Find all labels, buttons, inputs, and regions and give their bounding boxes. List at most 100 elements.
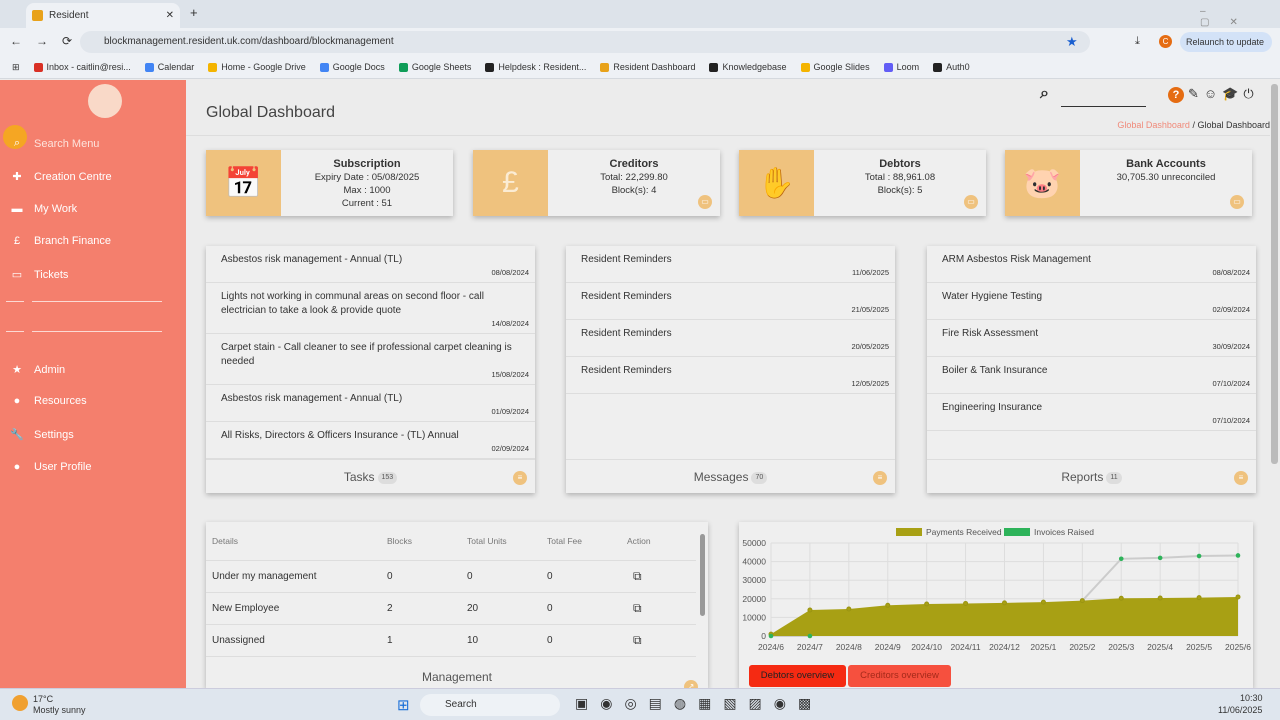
list-item[interactable]: Engineering Insurance 07/10/2024 <box>927 394 1256 431</box>
card-creditors: £ Creditors Total: 22,299.80 Block(s): 4 ▭ <box>473 150 720 216</box>
sidebar-item-user-profile[interactable]: ● User Profile <box>0 461 186 473</box>
card-line: Max : 1000 <box>343 185 391 196</box>
sidebar-item-my-work[interactable]: ▬ My Work <box>0 203 186 215</box>
panel-footer[interactable]: Reports 11 <box>927 459 1256 493</box>
calendar-clock-icon: 📅 <box>206 150 281 216</box>
external-link-icon[interactable]: ⧉ <box>627 601 642 615</box>
sidebar-item-creation-centre[interactable]: ✚ Creation Centre <box>0 170 186 184</box>
panel-open-icon[interactable]: ≡ <box>873 471 887 485</box>
external-link-icon[interactable]: ⧉ <box>627 569 642 583</box>
action-cell: ⧉ <box>621 592 696 625</box>
list-item[interactable]: Resident Reminders 12/05/2025 <box>566 357 895 394</box>
item-date: 30/09/2024 <box>1212 342 1250 351</box>
bookmark-item[interactable]: Google Sheets <box>398 62 471 72</box>
card-open-icon[interactable]: ▭ <box>698 195 712 209</box>
bookmark-item[interactable]: Home - Google Drive <box>208 62 306 72</box>
item-text: Resident Reminders <box>581 328 672 339</box>
list-item[interactable]: All Risks, Directors & Officers Insuranc… <box>206 422 535 459</box>
panel-open-icon[interactable]: ≡ <box>1234 471 1248 485</box>
list-item[interactable]: Fire Risk Assessment 30/09/2024 <box>927 320 1256 357</box>
panel-open-icon[interactable]: ≡ <box>513 471 527 485</box>
pound-icon: £ <box>13 235 21 247</box>
sidebar-item-label: Settings <box>34 428 74 441</box>
download-icon[interactable]: ⤓ <box>1135 35 1140 48</box>
item-text: Resident Reminders <box>581 254 672 265</box>
management-panel: Details Blocks Total Units Total Fee Action U… <box>206 522 708 694</box>
bookmark-label: Calendar <box>157 62 195 72</box>
card-line: Block(s): 4 <box>611 185 657 196</box>
page-scrollbar[interactable] <box>1271 84 1278 464</box>
taskbar-apps[interactable]: ▣◉◎▤◍▦▧▨◉▩ <box>575 695 823 712</box>
list-item[interactable]: Water Hygiene Testing 02/09/2024 <box>927 283 1256 320</box>
help-icon[interactable]: ? <box>1168 87 1184 103</box>
sidebar-item-search-menu[interactable]: ⌕ Search Menu <box>0 137 186 150</box>
browser-tab[interactable]: Resident ✕ <box>26 3 180 28</box>
new-tab-icon[interactable]: + <box>190 5 198 20</box>
bookmark-item[interactable]: Google Slides <box>800 62 870 72</box>
item-text: Asbestos risk management - Annual (TL) <box>221 254 403 265</box>
sidebar-item-tickets[interactable]: ▭ Tickets <box>0 268 186 282</box>
list-item[interactable]: Resident Reminders 11/06/2025 <box>566 246 895 283</box>
legend-label[interactable]: Payments Received <box>926 527 1002 537</box>
bookmark-star-icon[interactable]: ★ <box>1066 34 1078 50</box>
external-link-icon[interactable]: ⧉ <box>627 633 642 647</box>
list-item[interactable]: Carpet stain - Call cleaner to see if pr… <box>206 334 535 385</box>
windows-start-icon[interactable]: ⊞ <box>397 696 410 714</box>
table-scrollbar[interactable] <box>700 534 705 616</box>
piggy-bank-icon: 🐷 <box>1005 150 1080 216</box>
item-text: Carpet stain - Call cleaner to see if pr… <box>221 342 512 367</box>
card-open-icon[interactable]: ▭ <box>1230 195 1244 209</box>
y-tick-label: 0 <box>761 631 766 641</box>
list-item[interactable]: Resident Reminders 21/05/2025 <box>566 283 895 320</box>
sidebar-item-branch-finance[interactable]: £ Branch Finance <box>0 235 186 247</box>
bookmark-favicon-icon <box>883 62 893 72</box>
list-item[interactable]: Boiler & Tank Insurance 07/10/2024 <box>927 357 1256 394</box>
window-controls[interactable]: –▢✕ <box>1200 6 1280 28</box>
panel-footer[interactable]: Messages 70 <box>566 459 895 493</box>
debtors-overview-button[interactable]: Debtors overview <box>749 665 846 687</box>
bookmark-item[interactable]: Knowledgebase <box>709 62 787 72</box>
nav-buttons[interactable]: ←→⟳ <box>10 34 86 48</box>
breadcrumb-link[interactable]: Global Dashboard <box>1117 120 1190 130</box>
creditors-overview-button[interactable]: Creditors overview <box>848 665 951 687</box>
sidebar-item-label: Resources <box>34 395 87 407</box>
bookmark-item[interactable]: Loom <box>883 62 919 72</box>
taskbar-search[interactable]: Search <box>420 694 560 716</box>
bookmark-item[interactable]: Resident Dashboard <box>600 62 695 72</box>
close-tab-icon[interactable]: ✕ <box>166 10 174 21</box>
url-input[interactable]: blockmanagement.resident.uk.com/dashboar… <box>80 31 1090 53</box>
sidebar-item-admin[interactable]: ★ Admin <box>0 363 186 377</box>
list-item[interactable]: Resident Reminders 20/05/2025 <box>566 320 895 357</box>
bookmark-item[interactable]: Auth0 <box>933 62 970 72</box>
list-item[interactable]: Asbestos risk management - Annual (TL) 08… <box>206 246 535 283</box>
bookmark-item[interactable]: Calendar <box>144 62 195 72</box>
panel-footer[interactable]: Tasks 153 <box>206 459 535 493</box>
card-debtors: ✋ Debtors Total : 88,961.08 Block(s): 5 ▭ <box>739 150 986 216</box>
bookmark-item[interactable]: Inbox - caitlin@resi... <box>33 62 131 72</box>
global-search-input[interactable] <box>1061 106 1146 107</box>
table-cell: 10 <box>461 624 541 657</box>
list-item[interactable]: Asbestos risk management - Annual (TL) 01… <box>206 385 535 422</box>
count-badge: 11 <box>1106 471 1122 484</box>
x-tick-label: 2024/10 <box>911 642 942 652</box>
profile-avatar[interactable]: C <box>1159 35 1172 48</box>
bookmark-item[interactable]: Google Docs <box>319 62 385 72</box>
card-title: Creditors <box>609 158 659 170</box>
item-text: All Risks, Directors & Officers Insuranc… <box>221 430 459 441</box>
chart-panel: 0 10000 20000 30000 40000 50000 2024/6 2024/7 20… <box>739 522 1253 688</box>
legend-label[interactable]: Invoices Raised <box>1034 527 1094 537</box>
card-open-icon[interactable]: ▭ <box>964 195 978 209</box>
bookmark-favicon-icon <box>600 62 610 72</box>
sidebar-item-resources[interactable]: ● Resources <box>0 395 186 407</box>
relaunch-button[interactable]: Relaunch to update ⋮ <box>1180 32 1272 67</box>
apps-icon[interactable]: ⊞ <box>12 62 20 73</box>
list-item[interactable]: ARM Asbestos Risk Management 08/08/2024 <box>927 246 1256 283</box>
column-header: Total Fee <box>541 522 621 561</box>
sidebar-item-settings[interactable]: 🔧 Settings <box>0 428 186 442</box>
list-item[interactable]: Lights not working in communal areas on … <box>206 283 535 334</box>
clock-time: 10:30 <box>1240 693 1263 703</box>
search-icon[interactable]: ⌕ <box>1040 85 1049 103</box>
header-icons[interactable]: ✎☺🎓⏻ <box>1188 86 1259 102</box>
payments-point <box>1118 595 1124 601</box>
bookmark-item[interactable]: Helpdesk : Resident... <box>485 62 586 72</box>
